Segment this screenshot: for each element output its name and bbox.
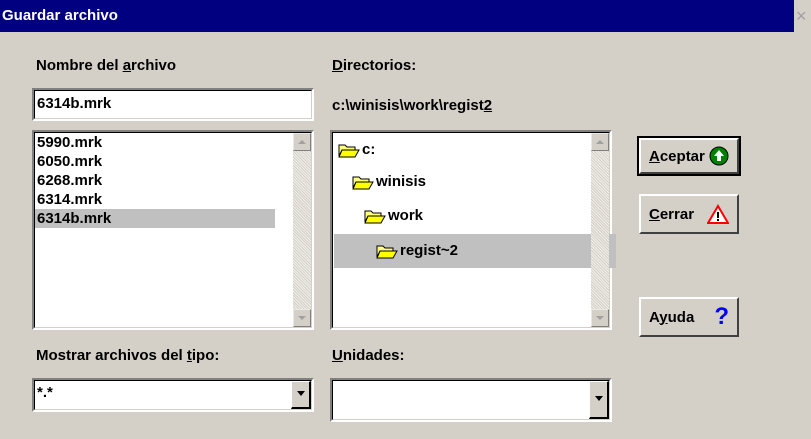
chevron-down-icon bbox=[297, 391, 305, 396]
file-list-item[interactable]: 6314.mrk bbox=[35, 190, 275, 209]
chevron-down-icon bbox=[595, 396, 603, 401]
directory-list-scrollbar[interactable] bbox=[591, 133, 609, 327]
scroll-up-arrow-icon bbox=[298, 140, 306, 144]
file-list-items: 5990.mrk 6050.mrk 6268.mrk 6314.mrk 6314b.mr… bbox=[35, 133, 275, 228]
current-path: c:\winisis\work\regist2 bbox=[332, 97, 493, 114]
file-list-item[interactable]: 5990.mrk bbox=[35, 133, 275, 152]
green-check-circle-icon bbox=[709, 146, 729, 166]
question-mark-icon: ? bbox=[714, 303, 729, 330]
close-icon[interactable]: × bbox=[796, 4, 811, 28]
filename-input[interactable]: 6314b.mrk bbox=[32, 88, 314, 121]
filetype-select[interactable]: *.* bbox=[32, 378, 314, 412]
file-list-item[interactable]: 6314b.mrk bbox=[35, 209, 275, 228]
filetype-dropdown-button[interactable] bbox=[291, 381, 311, 409]
scroll-down-button[interactable] bbox=[293, 309, 311, 327]
directory-list[interactable]: c: winisis work regist~2 bbox=[330, 130, 616, 330]
drives-label: Unidades: bbox=[332, 347, 405, 364]
scroll-down-arrow-icon bbox=[596, 316, 604, 320]
drives-dropdown-button[interactable] bbox=[589, 381, 609, 419]
directory-item-label: winisis bbox=[376, 173, 427, 190]
directory-item[interactable]: winisis bbox=[352, 170, 426, 194]
accept-button[interactable]: Aceptar bbox=[637, 136, 741, 176]
filename-label: Nombre del archivo bbox=[36, 57, 177, 74]
filetype-value: *.* bbox=[37, 384, 53, 401]
scroll-down-button[interactable] bbox=[591, 309, 609, 327]
open-folder-icon bbox=[352, 176, 374, 190]
directory-item[interactable]: work bbox=[364, 204, 423, 228]
cancel-button[interactable]: Cerrar bbox=[639, 194, 739, 234]
directory-item[interactable]: regist~2 bbox=[334, 234, 616, 268]
accept-label: Aceptar bbox=[649, 147, 705, 165]
file-list[interactable]: 5990.mrk 6050.mrk 6268.mrk 6314.mrk 6314b.mr… bbox=[32, 130, 314, 330]
directories-label: Directorios: bbox=[332, 57, 417, 74]
scroll-up-button[interactable] bbox=[293, 133, 311, 151]
directory-item[interactable]: c: bbox=[338, 138, 375, 162]
file-list-item[interactable]: 6050.mrk bbox=[35, 152, 275, 171]
open-folder-icon bbox=[376, 245, 398, 259]
warning-triangle-icon bbox=[707, 204, 729, 224]
title-bar: Guardar archivo bbox=[0, 0, 794, 32]
open-folder-icon bbox=[338, 144, 360, 158]
window-title: Guardar archivo bbox=[2, 7, 118, 24]
file-list-item[interactable]: 6268.mrk bbox=[35, 171, 275, 190]
open-folder-icon bbox=[364, 210, 386, 224]
filetype-label: Mostrar archivos del tipo: bbox=[36, 347, 220, 364]
file-list-scrollbar[interactable] bbox=[293, 133, 311, 327]
directory-item-label: c: bbox=[362, 141, 376, 158]
help-button[interactable]: Ayuda ? bbox=[639, 297, 739, 337]
scroll-up-button[interactable] bbox=[591, 133, 609, 151]
help-label: Ayuda bbox=[649, 308, 695, 326]
scroll-down-arrow-icon bbox=[298, 316, 306, 320]
directory-item-label: regist~2 bbox=[400, 242, 458, 259]
filename-value: 6314b.mrk bbox=[37, 95, 112, 112]
drives-select[interactable] bbox=[330, 378, 612, 422]
scroll-up-arrow-icon bbox=[596, 140, 604, 144]
directory-item-label: work bbox=[388, 207, 424, 224]
cancel-label: Cerrar bbox=[649, 205, 695, 223]
